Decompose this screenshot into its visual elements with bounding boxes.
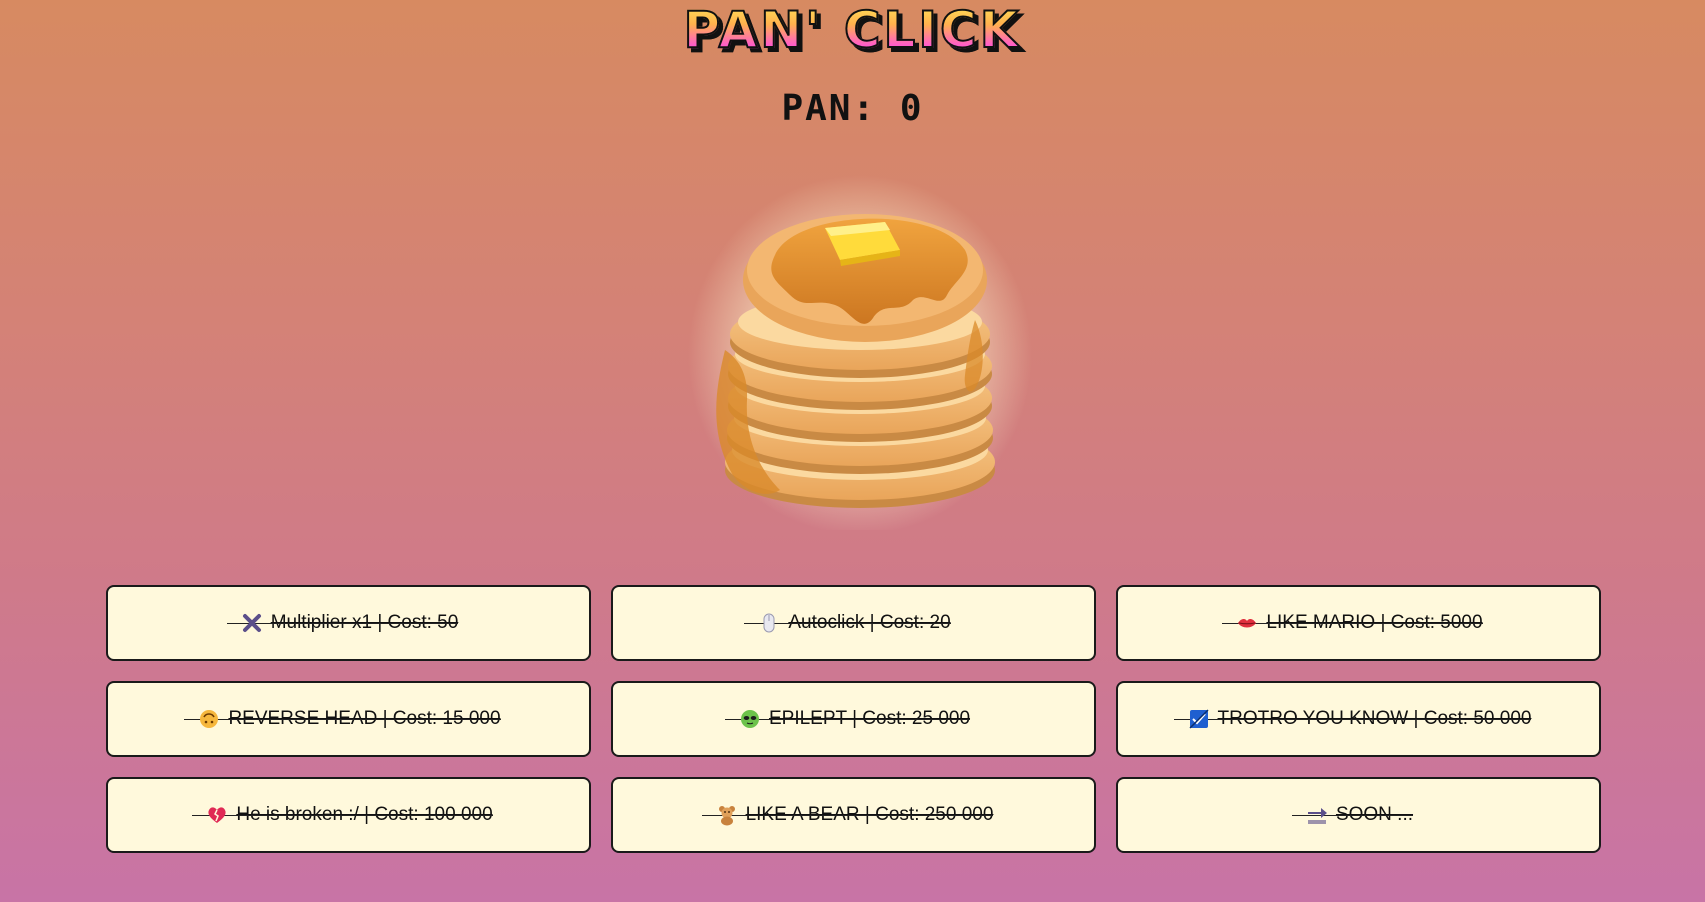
upgrade-label: He is broken :/ | Cost: 100 000 — [236, 804, 493, 825]
multiply-icon — [242, 614, 261, 632]
upgrade-multiplier-content: Multiplier x1 | Cost: 50 — [226, 612, 459, 634]
pancake-stack-icon — [688, 175, 1032, 535]
upgrade-multiplier-button[interactable]: Multiplier x1 | Cost: 50 — [106, 585, 591, 661]
check-square-icon — [1189, 709, 1209, 729]
pancake-click-button[interactable] — [685, 170, 1035, 535]
lips-icon — [1238, 619, 1257, 628]
upgrade-epilept-button[interactable]: EPILEPT | Cost: 25 000 — [611, 681, 1096, 757]
upgrade-like-a-bear-content: LIKE A BEAR | Cost: 250 000 — [701, 804, 994, 826]
upgrade-soon-button[interactable]: SOON ... — [1116, 777, 1601, 853]
alien-face-icon — [740, 710, 759, 728]
upgrade-reverse-head-button[interactable]: REVERSE HEAD | Cost: 15 000 — [106, 681, 591, 757]
upgrade-he-is-broken-content: He is broken :/ | Cost: 100 000 — [192, 804, 493, 826]
soon-arrow-icon — [1307, 808, 1327, 824]
teddy-bear-icon — [718, 806, 735, 826]
upgrade-autoclick-button[interactable]: Autoclick | Cost: 20 — [611, 585, 1096, 661]
upgrade-trotro-content: TROTRO YOU KNOW | Cost: 50 000 — [1173, 708, 1532, 730]
upgrade-epilept-content: EPILEPT | Cost: 25 000 — [724, 708, 971, 730]
broken-heart-icon — [208, 807, 226, 823]
upgrade-like-mario-button[interactable]: LIKE MARIO | Cost: 5000 — [1116, 585, 1601, 661]
upgrade-like-mario-content: LIKE MARIO | Cost: 5000 — [1222, 612, 1483, 634]
upgrade-label: Autoclick | Cost: 20 — [788, 612, 951, 633]
upgrade-label: LIKE MARIO | Cost: 5000 — [1266, 612, 1483, 633]
score-label: PAN: — [781, 88, 877, 129]
upgrade-he-is-broken-button[interactable]: He is broken :/ | Cost: 100 000 — [106, 777, 591, 853]
upgrade-label: SOON ... — [1335, 804, 1414, 825]
upgrade-reverse-head-content: REVERSE HEAD | Cost: 15 000 — [184, 708, 501, 730]
upgrade-shop: Multiplier x1 | Cost: 50 Autoclick | Cos… — [106, 585, 1602, 853]
upgrade-soon-content: SOON ... — [1291, 804, 1414, 826]
score-display: PAN: 0 — [0, 88, 1705, 129]
score-value: 0 — [899, 88, 924, 129]
upgrade-like-a-bear-button[interactable]: LIKE A BEAR | Cost: 250 000 — [611, 777, 1096, 853]
upgrade-label: TROTRO YOU KNOW | Cost: 50 000 — [1217, 708, 1532, 729]
upgrade-trotro-button[interactable]: TROTRO YOU KNOW | Cost: 50 000 — [1116, 681, 1601, 757]
mouse-icon — [763, 613, 775, 633]
upgrade-autoclick-content: Autoclick | Cost: 20 — [744, 612, 951, 634]
upgrade-label: Multiplier x1 | Cost: 50 — [270, 612, 459, 633]
upgrade-label: EPILEPT | Cost: 25 000 — [768, 708, 971, 729]
upgrade-label: REVERSE HEAD | Cost: 15 000 — [228, 708, 501, 729]
upside-down-face-icon — [200, 710, 219, 728]
game-logo: PAN' CLICK — [683, 1, 1022, 59]
upgrade-label: LIKE A BEAR | Cost: 250 000 — [745, 804, 994, 825]
